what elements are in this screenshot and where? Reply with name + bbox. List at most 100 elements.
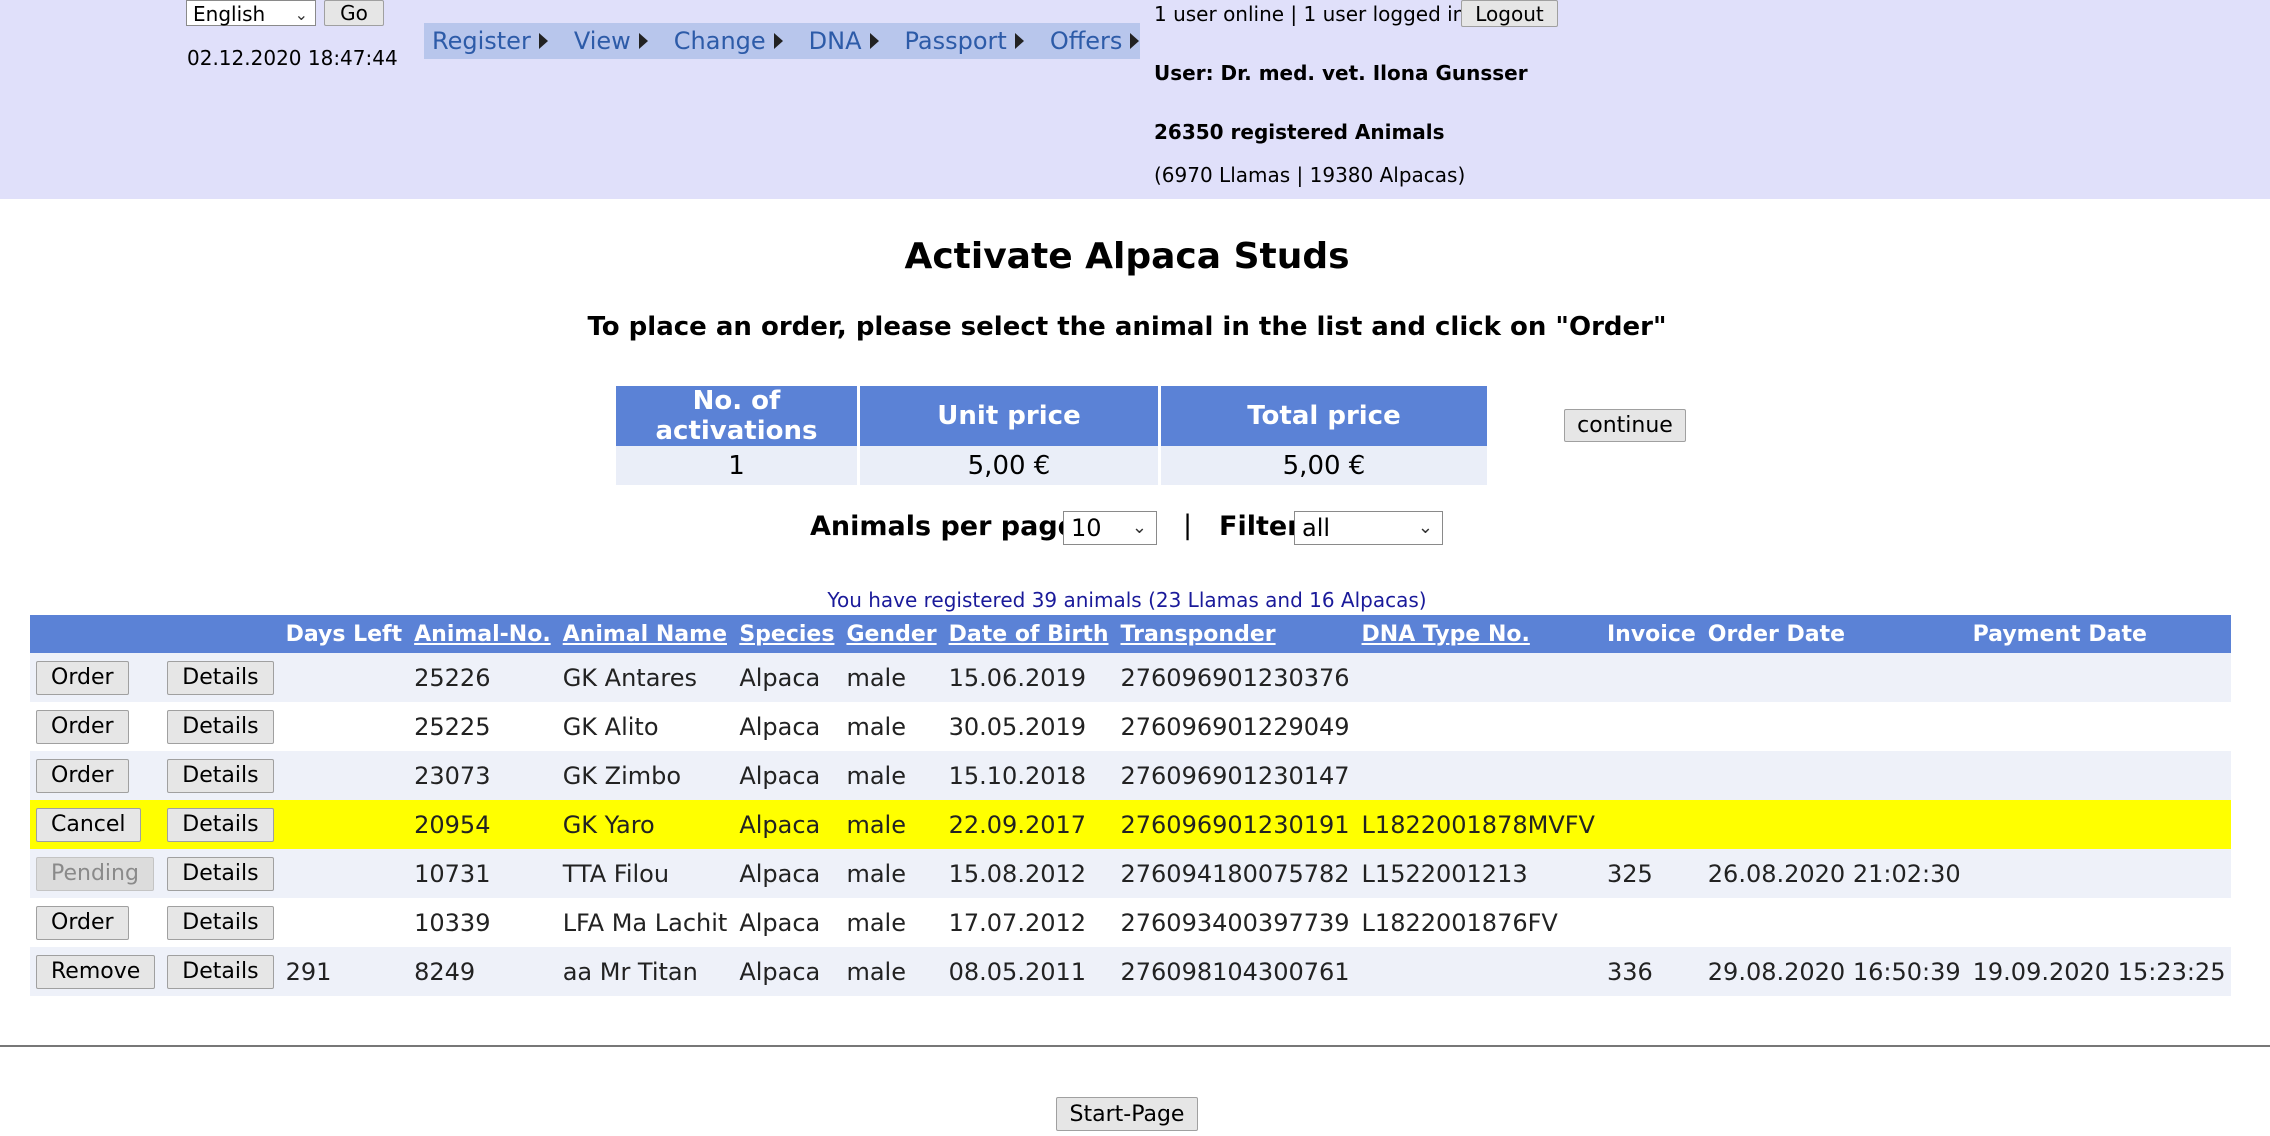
col-date-of-birth[interactable]: Date of Birth	[942, 615, 1115, 653]
row-action-cell: Order	[30, 751, 162, 800]
species: Alpaca	[733, 849, 841, 898]
row-details-cell: Details	[161, 800, 280, 849]
transponder: 276096901230191	[1114, 800, 1356, 849]
menu-item-offers[interactable]: Offers	[1050, 27, 1140, 55]
details-button[interactable]: Details	[167, 709, 274, 744]
animal-no: 25226	[408, 653, 557, 702]
page-title: Activate Alpaca Studs	[904, 236, 1350, 277]
gender: male	[840, 751, 943, 800]
date-of-birth: 30.05.2019	[942, 702, 1115, 751]
menu-item-change[interactable]: Change	[674, 27, 783, 55]
table-row: Order Details 25225 GK Alito Alpaca male…	[30, 702, 2232, 751]
row-details-cell: Details	[161, 751, 280, 800]
remove-button[interactable]: Remove	[36, 954, 156, 989]
gender: male	[840, 849, 943, 898]
menu-item-view[interactable]: View	[574, 27, 648, 55]
payment-date	[1966, 849, 2232, 898]
language-select[interactable]: English ⌄	[186, 0, 316, 26]
transponder: 276096901229049	[1114, 702, 1356, 751]
menu-item-register[interactable]: Register	[432, 27, 548, 55]
row-action-cell: Order	[30, 898, 162, 947]
row-details-cell: Details	[161, 849, 280, 898]
menu-item-passport-label: Passport	[904, 27, 1007, 55]
animal-name: aa Mr Titan	[556, 947, 734, 996]
order-button[interactable]: Order	[36, 905, 129, 940]
species: Alpaca	[733, 800, 841, 849]
order-date: 29.08.2020 16:50:39	[1701, 947, 1967, 996]
dna-type-no	[1355, 947, 1601, 996]
table-row: Remove Details 291 8249 aa Mr Titan Alpa…	[30, 947, 2232, 996]
invoice: 325	[1600, 849, 1702, 898]
col-payment-date: Payment Date	[1966, 615, 2232, 653]
animal-no: 23073	[408, 751, 557, 800]
transponder: 276096901230147	[1114, 751, 1356, 800]
caret-right-icon	[638, 33, 648, 49]
order-button[interactable]: Order	[36, 660, 129, 695]
chevron-down-icon: ⌄	[1417, 517, 1433, 538]
details-button[interactable]: Details	[167, 807, 274, 842]
row-action-cell: Order	[30, 702, 162, 751]
menu-item-register-label: Register	[432, 27, 531, 55]
start-page-button[interactable]: Start-Page	[1056, 1097, 1198, 1131]
details-button[interactable]: Details	[167, 660, 274, 695]
gender: male	[840, 898, 943, 947]
payment-date	[1966, 702, 2232, 751]
details-button[interactable]: Details	[167, 758, 274, 793]
go-button[interactable]: Go	[324, 0, 384, 26]
row-action-cell: Order	[30, 653, 162, 702]
price-total-value: 5,00 €	[1161, 446, 1487, 485]
invoice	[1600, 653, 1702, 702]
col-gender[interactable]: Gender	[840, 615, 943, 653]
transponder: 276098104300761	[1114, 947, 1356, 996]
price-header-total: Total price	[1161, 386, 1487, 446]
menu-item-passport[interactable]: Passport	[905, 27, 1024, 55]
animal-name: GK Zimbo	[556, 751, 734, 800]
details-button[interactable]: Details	[167, 905, 274, 940]
menu-item-view-label: View	[573, 27, 631, 55]
menu-item-change-label: Change	[673, 27, 766, 55]
order-date	[1701, 751, 1967, 800]
col-order-date: Order Date	[1701, 615, 1967, 653]
row-details-cell: Details	[161, 898, 280, 947]
pending-button: Pending	[36, 856, 154, 891]
transponder: 276094180075782	[1114, 849, 1356, 898]
dna-type-no: L1822001878MVFV	[1355, 800, 1601, 849]
caret-right-icon	[869, 33, 879, 49]
row-action-cell: Remove	[30, 947, 162, 996]
payment-date	[1966, 653, 2232, 702]
days-left	[279, 702, 409, 751]
dna-type-no	[1355, 702, 1601, 751]
gender: male	[840, 800, 943, 849]
filter-select[interactable]: all ⌄	[1294, 511, 1443, 545]
details-button[interactable]: Details	[167, 856, 274, 891]
order-button[interactable]: Order	[36, 709, 129, 744]
date-of-birth: 15.10.2018	[942, 751, 1115, 800]
col-animal-name[interactable]: Animal Name	[556, 615, 734, 653]
days-left	[279, 800, 409, 849]
per-page-value: 10	[1071, 514, 1102, 542]
col-dna-type-no[interactable]: DNA Type No.	[1355, 615, 1601, 653]
price-header-activations: No. of activations	[616, 386, 857, 446]
col-animal-no[interactable]: Animal-No.	[408, 615, 557, 653]
per-page-select[interactable]: 10 ⌄	[1063, 511, 1157, 545]
table-row: Order Details 25226 GK Antares Alpaca ma…	[30, 653, 2232, 702]
menu-item-dna[interactable]: DNA	[809, 27, 879, 55]
col-species[interactable]: Species	[733, 615, 841, 653]
chevron-down-icon: ⌄	[294, 5, 308, 24]
species: Alpaca	[733, 947, 841, 996]
continue-button[interactable]: continue	[1564, 409, 1686, 442]
registered-info: You have registered 39 animals (23 Llama…	[827, 588, 1427, 612]
invoice: 336	[1600, 947, 1702, 996]
date-of-birth: 22.09.2017	[942, 800, 1115, 849]
table-row: Order Details 10339 LFA Ma Lachit Alpaca…	[30, 898, 2232, 947]
table-header-row: Days Left Animal-No. Animal Name Species…	[30, 615, 2232, 653]
col-invoice: Invoice	[1600, 615, 1702, 653]
col-transponder[interactable]: Transponder	[1114, 615, 1356, 653]
logout-button[interactable]: Logout	[1461, 0, 1558, 27]
row-action-cell: Pending	[30, 849, 162, 898]
details-button[interactable]: Details	[167, 954, 274, 989]
main-menu: Register View Change DNA Passport Offers	[424, 23, 1140, 59]
menu-item-dna-label: DNA	[808, 27, 862, 55]
order-button[interactable]: Order	[36, 758, 129, 793]
cancel-button[interactable]: Cancel	[36, 807, 141, 842]
